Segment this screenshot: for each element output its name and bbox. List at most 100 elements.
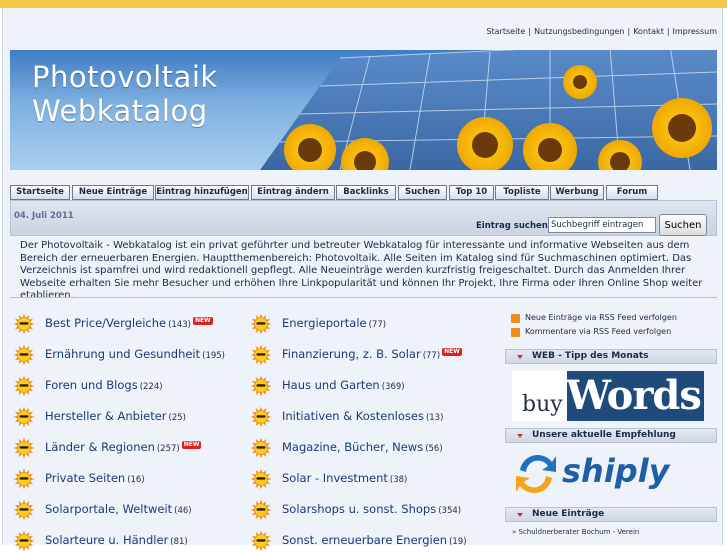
- category-link[interactable]: Solarshops u. sonst. Shops (354): [282, 502, 461, 516]
- main-nav: Startseite Neue Einträge Eintrag hinzufü…: [10, 185, 717, 200]
- shiply-arrows-icon: [516, 454, 556, 494]
- triangle-down-icon: [517, 434, 523, 438]
- category-name: Solarshops u. sonst. Shops: [282, 502, 437, 516]
- new-badge: NEW: [192, 317, 213, 325]
- tab-backlinks[interactable]: Backlinks: [336, 185, 396, 200]
- empfehlung-header: Unsere aktuelle Empfehlung: [505, 428, 717, 443]
- banner-title-line2: Webkatalog: [32, 94, 208, 128]
- category-link[interactable]: Länder & Regionen (257) NEW: [45, 440, 202, 454]
- category-count: (16): [127, 475, 145, 485]
- web-tipp-title: WEB - Tipp des Monats: [532, 351, 649, 361]
- category-link[interactable]: Solar - Investment (38): [282, 471, 407, 485]
- buywords-logo-buy: buy: [522, 392, 563, 417]
- category-name: Private Seiten: [45, 471, 126, 485]
- sun-icon: [13, 437, 35, 459]
- category-count: (13): [425, 413, 444, 423]
- rss-link-entries[interactable]: Neue Einträge via RSS Feed verfolgen: [505, 312, 717, 326]
- category-link[interactable]: Solarportale, Weltweit (46): [45, 502, 192, 516]
- category-name: Best Price/Vergleiche: [45, 316, 167, 330]
- category-name: Länder & Regionen: [45, 440, 155, 454]
- tab-eintrag-hinzufuegen[interactable]: Eintrag hinzufügen: [155, 185, 249, 200]
- category-link[interactable]: Haus und Garten (369): [282, 378, 405, 392]
- divider: [10, 297, 717, 298]
- sun-icon: [250, 468, 272, 490]
- toplink-nutzungsbedingungen[interactable]: Nutzungsbedingungen: [534, 27, 624, 36]
- category-name: Haus und Garten: [282, 378, 380, 392]
- rss-links: Neue Einträge via RSS Feed verfolgen Kom…: [505, 312, 717, 340]
- buywords-logo-words: Words: [566, 372, 702, 419]
- sun-icon: [250, 530, 272, 552]
- new-badge: NEW: [442, 348, 462, 356]
- intro-text: Der Photovoltaik - Webkatalog ist ein pr…: [20, 240, 703, 301]
- category-link[interactable]: Initiativen & Kostenloses (13): [282, 409, 443, 423]
- top-accent-bar: [0, 0, 727, 8]
- category-count: (257): [156, 444, 180, 454]
- sun-icon: [13, 375, 35, 397]
- toplink-impressum[interactable]: Impressum: [673, 27, 717, 36]
- neue-eintraege-header: Neue Einträge: [505, 507, 717, 522]
- tab-neue-eintraege[interactable]: Neue Einträge: [72, 185, 154, 200]
- rss-link-entries-label: Neue Einträge via RSS Feed verfolgen: [525, 313, 677, 322]
- category-link[interactable]: Ernährung und Gesundheit (195): [45, 347, 225, 361]
- category-count: (46): [174, 506, 192, 516]
- category-count: (38): [389, 475, 408, 485]
- tab-werbung[interactable]: Werbung: [550, 185, 604, 200]
- category-count: (369): [381, 382, 405, 392]
- new-badge: NEW: [181, 441, 202, 449]
- sun-icon: [13, 313, 35, 335]
- banner-title: Photovoltaik Webkatalog: [32, 60, 218, 128]
- category-name: Magazine, Bücher, News: [282, 440, 424, 454]
- tab-suchen[interactable]: Suchen: [398, 185, 447, 200]
- neue-eintraege-item[interactable]: » Schuldnerberater Bochum - Verein: [512, 528, 639, 536]
- rss-icon: [511, 328, 520, 337]
- category-count: (195): [202, 351, 225, 361]
- sun-icon: [13, 530, 35, 552]
- sun-icon: [13, 344, 35, 366]
- rss-icon: [511, 314, 520, 323]
- search-bar: 04. Juli 2011 Eintrag suchen: Suchen: [10, 200, 717, 236]
- category-count: (77): [368, 320, 387, 330]
- tab-topliste[interactable]: Topliste: [495, 185, 549, 200]
- tab-top-10[interactable]: Top 10: [449, 185, 494, 200]
- category-name: Initiativen & Kostenloses: [282, 409, 424, 423]
- search-label: Eintrag suchen:: [476, 221, 552, 231]
- tab-eintrag-aendern[interactable]: Eintrag ändern: [251, 185, 335, 200]
- sun-icon: [250, 313, 272, 335]
- sun-icon: [250, 437, 272, 459]
- toplink-startseite[interactable]: Startseite: [486, 27, 525, 36]
- shiply-ad[interactable]: shiply: [512, 448, 704, 500]
- tab-startseite[interactable]: Startseite: [10, 185, 70, 200]
- category-name: Foren und Blogs: [45, 378, 138, 392]
- shiply-logo: shiply: [562, 452, 670, 490]
- sun-icon: [13, 468, 35, 490]
- category-link[interactable]: Private Seiten (16): [45, 471, 145, 485]
- category-name: Finanzierung, z. B. Solar: [282, 347, 421, 361]
- empfehlung-title: Unsere aktuelle Empfehlung: [532, 430, 676, 440]
- category-count: (143): [168, 320, 191, 330]
- rss-link-comments[interactable]: Kommentare via RSS Feed verfolgen: [505, 326, 717, 340]
- category-count: (77): [422, 351, 441, 361]
- category-link[interactable]: Magazine, Bücher, News (56): [282, 440, 443, 454]
- category-name: Ernährung und Gesundheit: [45, 347, 201, 361]
- sun-icon: [250, 406, 272, 428]
- category-link[interactable]: Energieportale (77): [282, 316, 386, 330]
- category-link[interactable]: Foren und Blogs (224): [45, 378, 163, 392]
- sun-icon: [250, 375, 272, 397]
- category-name: Solarportale, Weltweit: [45, 502, 173, 516]
- category-count: (56): [425, 444, 443, 454]
- tab-forum[interactable]: Forum: [606, 185, 658, 200]
- search-input[interactable]: [548, 217, 656, 233]
- category-name: Solar - Investment: [282, 471, 388, 485]
- rss-link-comments-label: Kommentare via RSS Feed verfolgen: [525, 327, 672, 336]
- category-link[interactable]: Finanzierung, z. B. Solar (77) NEW: [282, 347, 462, 361]
- category-count: (354): [438, 506, 462, 516]
- buywords-ad[interactable]: buy Words: [512, 371, 704, 421]
- category-link[interactable]: Hersteller & Anbieter (25): [45, 409, 186, 423]
- category-name: Hersteller & Anbieter: [45, 409, 167, 423]
- toplink-kontakt[interactable]: Kontakt: [633, 27, 664, 36]
- category-count: (25): [168, 413, 186, 423]
- banner-title-line1: Photovoltaik: [32, 60, 218, 94]
- category-link[interactable]: Best Price/Vergleiche (143) NEW: [45, 316, 213, 330]
- search-button[interactable]: Suchen: [659, 214, 707, 236]
- category-count: (19): [449, 537, 467, 547]
